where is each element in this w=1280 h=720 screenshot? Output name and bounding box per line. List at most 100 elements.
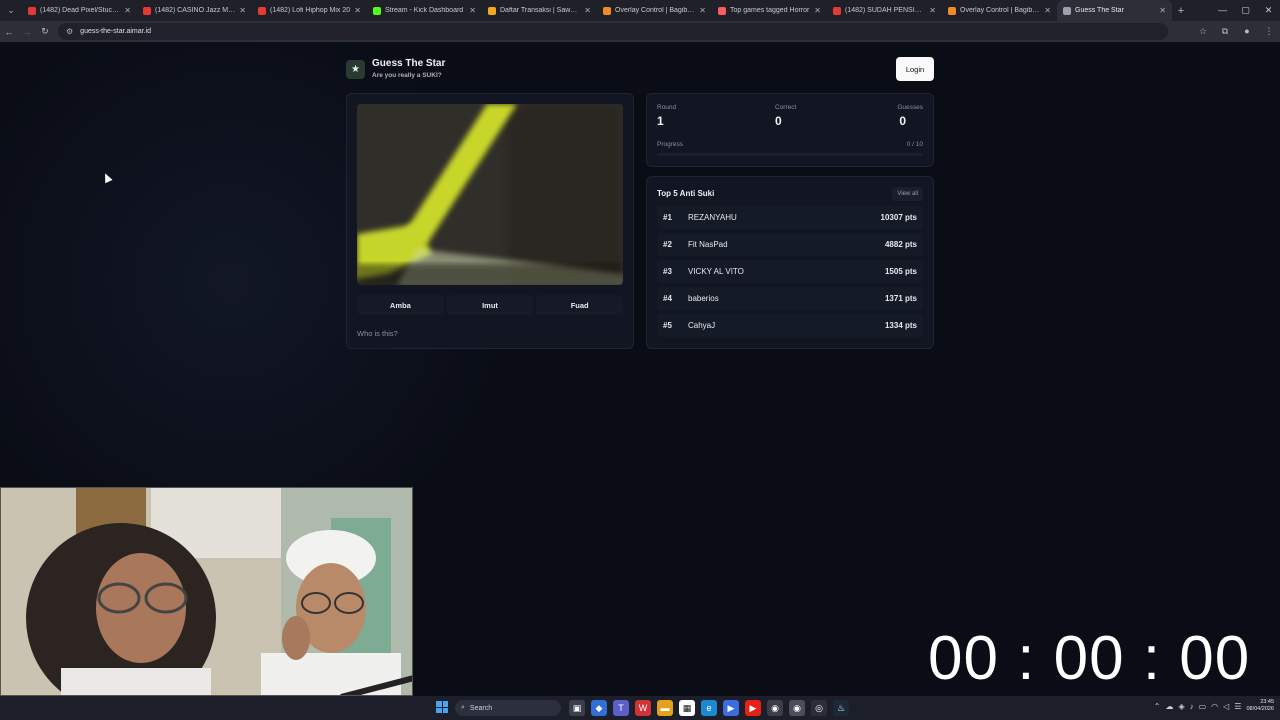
tab-close-icon[interactable]: ✕ <box>354 6 361 15</box>
view-all-button[interactable]: View all <box>892 187 923 201</box>
youtube-icon[interactable]: ▶ <box>745 700 761 716</box>
store-icon[interactable]: ▦ <box>679 700 695 716</box>
answer-button-fuad[interactable]: Fuad <box>536 295 624 315</box>
minimize-icon[interactable]: — <box>1211 0 1234 21</box>
browser-tab-strip: ⌄ (1482) Dead Pixel/Stuck Pixel✕(1482) C… <box>0 0 1280 21</box>
browser-tab[interactable]: Overlay Control | Bagibagi.co✕ <box>942 0 1057 21</box>
page-subtitle: Are you really a SUKI? <box>372 72 442 79</box>
reload-icon[interactable]: ↻ <box>36 26 54 37</box>
leaderboard-rank: #3 <box>663 267 672 276</box>
extensions-icon[interactable]: ⧉ <box>1214 26 1236 37</box>
tray-chevron-icon[interactable]: ⌃ <box>1154 702 1161 711</box>
leaderboard-list: #1 REZANYAHU 10307 pts #2 Fit NasPad 4882 pts… <box>657 206 923 341</box>
chrome-icon[interactable]: ◉ <box>767 700 783 716</box>
wifi-icon[interactable]: ◠ <box>1211 702 1218 711</box>
blurred-photo <box>357 104 623 285</box>
maximize-icon[interactable]: ▢ <box>1234 0 1257 21</box>
battery-icon[interactable]: ▭ <box>1199 702 1207 711</box>
steam-icon[interactable]: ♨ <box>833 700 849 716</box>
taskbar-clock[interactable]: 23:45 08/04/2026 <box>1246 699 1274 713</box>
bookmark-star-icon[interactable]: ☆ <box>1192 26 1214 37</box>
notifications-icon[interactable]: ☰ <box>1234 702 1241 711</box>
onedrive-icon[interactable]: ☁ <box>1165 702 1173 711</box>
back-icon[interactable]: ← <box>0 27 18 37</box>
leaderboard-rank: #2 <box>663 240 672 249</box>
browser-tab[interactable]: Overlay Control | Bagibagi.co✕ <box>597 0 712 21</box>
clock-date: 08/04/2026 <box>1246 706 1274 712</box>
task-view-icon[interactable]: ▣ <box>569 700 585 716</box>
edge-icon[interactable]: e <box>701 700 717 716</box>
tab-close-icon[interactable]: ✕ <box>469 6 476 15</box>
browser-tab[interactable]: Top games tagged Horror ✕ <box>712 0 827 21</box>
correct-label: Correct <box>775 104 797 111</box>
mystery-picture <box>357 104 623 285</box>
browser-tab[interactable]: Stream - Kick Dashboard ✕ <box>367 0 482 21</box>
leaderboard-row: #3 VICKY AL VITO 1505 pts <box>657 260 923 283</box>
browser-tab[interactable]: Guess The Star ✕ <box>1057 0 1172 21</box>
tab-close-icon[interactable]: ✕ <box>1044 6 1051 15</box>
forward-icon[interactable]: → <box>18 27 36 37</box>
volume-icon[interactable]: ◁ <box>1223 702 1229 711</box>
leaderboard-row: #2 Fit NasPad 4882 pts <box>657 233 923 256</box>
copilot-icon[interactable]: ◆ <box>591 700 607 716</box>
teams-icon[interactable]: T <box>613 700 629 716</box>
browser-tab[interactable]: (1482) Lofi Hiphop Mix 20 ✕ <box>252 0 367 21</box>
os-taskbar: ⌕ Search ▣ ◆ T W ▬ ▦ e ▶ ▶ ◉ ◉ ◎ ♨ ⌃ ☁ ◈… <box>0 696 1280 720</box>
tab-favicon-icon <box>258 6 266 15</box>
tab-close-icon[interactable]: ✕ <box>239 6 246 15</box>
webcam-overlay <box>0 487 413 696</box>
office-icon[interactable]: W <box>635 700 651 716</box>
leaderboard-name: Fit NasPad <box>688 240 728 249</box>
address-bar[interactable]: ⚙ guess-the-star.aimar.id <box>58 23 1168 40</box>
login-button[interactable]: Login <box>896 57 934 81</box>
leaderboard-name: REZANYAHU <box>688 213 737 222</box>
progress-bar <box>657 153 923 156</box>
tab-title: Stream - Kick Dashboard <box>385 7 464 14</box>
browser-tab[interactable]: Daftar Transaksi | Saweria ✕ <box>482 0 597 21</box>
app-icon[interactable]: ▶ <box>723 700 739 716</box>
tab-close-icon[interactable]: ✕ <box>1159 6 1166 15</box>
chrome-active-icon[interactable]: ◉ <box>789 700 805 716</box>
browser-tab[interactable]: (1482) SUDAH PENSIUN WA ✕ <box>827 0 942 21</box>
tab-close-icon[interactable]: ✕ <box>699 6 706 15</box>
windows-start-icon[interactable] <box>436 701 448 713</box>
site-info-icon[interactable]: ⚙ <box>66 27 73 36</box>
tab-favicon-icon <box>1063 6 1071 15</box>
tab-favicon-icon <box>373 6 381 15</box>
file-explorer-icon[interactable]: ▬ <box>657 700 673 716</box>
network-icon[interactable]: ◈ <box>1178 702 1184 711</box>
browser-toolbar: ← → ↻ ⚙ guess-the-star.aimar.id ☆ ⧉ ● ⋮ <box>0 21 1280 42</box>
taskbar-search[interactable]: ⌕ Search <box>455 700 561 716</box>
mic-icon[interactable]: ♪ <box>1190 702 1194 711</box>
tab-title: Guess The Star <box>1075 7 1124 14</box>
tab-close-icon[interactable]: ✕ <box>124 6 131 15</box>
menu-icon[interactable]: ⋮ <box>1258 26 1280 37</box>
browser-tab[interactable]: (1482) Dead Pixel/Stuck Pixel ✕ <box>22 0 137 21</box>
leaderboard-name: VICKY AL VITO <box>688 267 744 276</box>
obs-icon[interactable]: ◎ <box>811 700 827 716</box>
leaderboard-points: 10307 pts <box>880 213 917 222</box>
profile-icon[interactable]: ● <box>1236 26 1258 37</box>
leaderboard-rank: #4 <box>663 294 672 303</box>
leaderboard-card: Top 5 Anti Suki View all #1 REZANYAHU 1030… <box>646 176 934 349</box>
tab-title: Daftar Transaksi | Saweria <box>500 7 581 14</box>
tab-close-icon[interactable]: ✕ <box>814 6 821 15</box>
tab-search-icon[interactable]: ⌄ <box>0 0 22 21</box>
leaderboard-row: #5 CahyaJ 1334 pts <box>657 314 923 337</box>
leaderboard-rank: #1 <box>663 213 672 222</box>
tab-close-icon[interactable]: ✕ <box>929 6 936 15</box>
tab-close-icon[interactable]: ✕ <box>584 6 591 15</box>
taskbar-apps: ▣ ◆ T W ▬ ▦ e ▶ ▶ ◉ ◉ ◎ ♨ <box>569 700 849 716</box>
progress-label: Progress <box>657 141 684 148</box>
answer-button-imut[interactable]: Imut <box>446 295 534 315</box>
app-header: ★ Guess The Star Are you really a SUKI? … <box>346 57 934 88</box>
stat-correct: Correct 0 <box>775 104 796 128</box>
new-tab-button[interactable]: + <box>1172 5 1190 17</box>
system-tray: ⌃ ☁ ◈ ♪ ▭ ◠ ◁ ☰ 23:45 08/04/2026 <box>1154 699 1274 713</box>
leaderboard-points: 1334 pts <box>884 321 917 330</box>
browser-tab[interactable]: (1482) CASINO Jazz Music ✕ <box>137 0 252 21</box>
round-value: 1 <box>657 114 664 128</box>
close-window-icon[interactable]: ✕ <box>1257 0 1280 21</box>
taskbar-search-label: Search <box>469 704 493 712</box>
answer-button-amba[interactable]: Amba <box>357 295 444 315</box>
